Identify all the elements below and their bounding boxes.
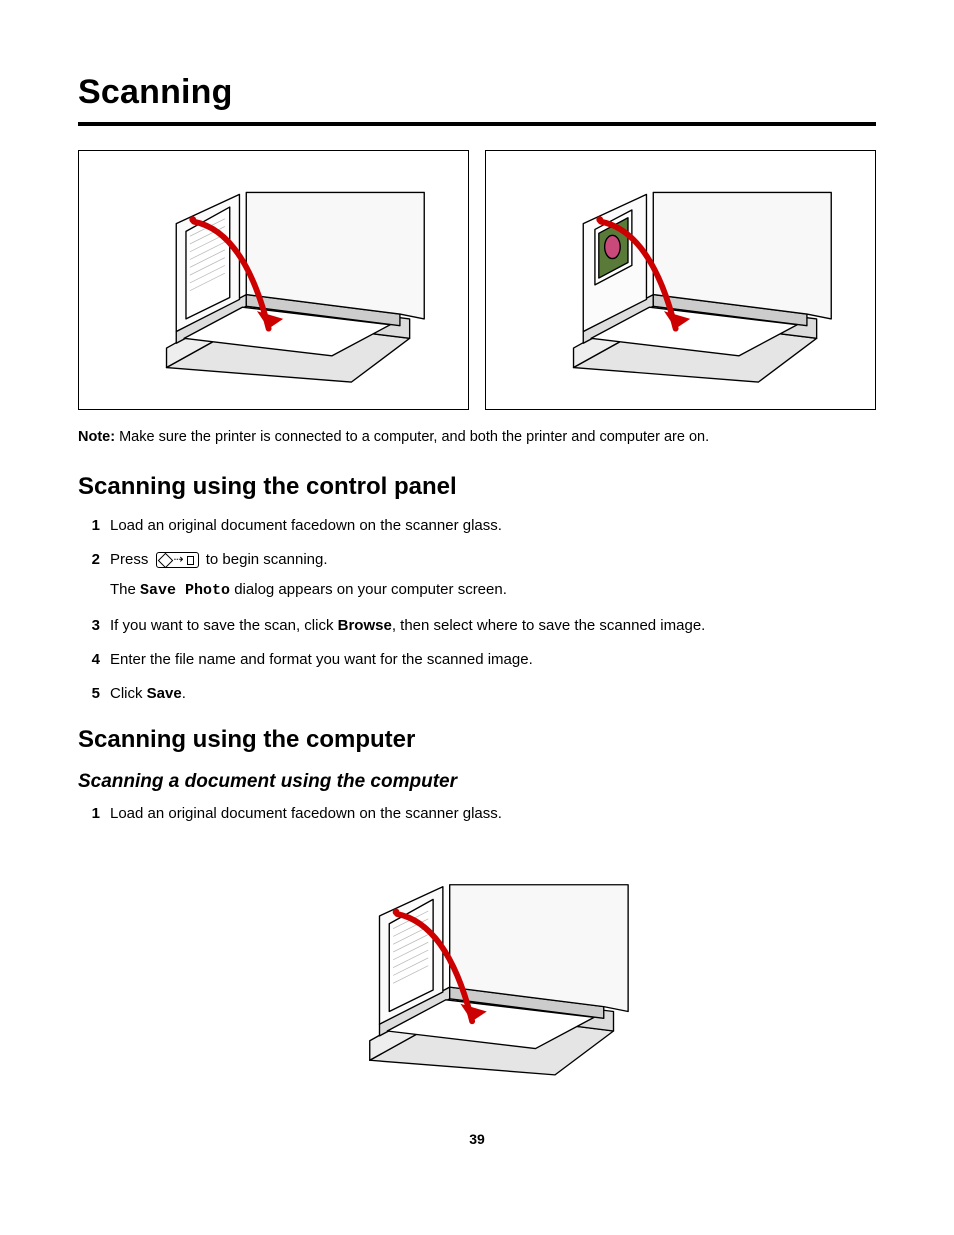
figure-scan-document <box>78 150 469 410</box>
text: , then select where to save the scanned … <box>392 617 706 634</box>
note: Note: Make sure the printer is connected… <box>78 428 876 448</box>
step-body: If you want to save the scan, click Brow… <box>110 616 876 636</box>
steps-control-panel: 1 Load an original document facedown on … <box>78 516 876 705</box>
step-number: 2 <box>78 550 100 570</box>
step-text: to begin scanning. <box>206 551 328 568</box>
mono-text: Save Photo <box>140 582 230 599</box>
page-icon <box>187 556 194 565</box>
diamond-icon <box>157 552 173 568</box>
step-number: 1 <box>78 804 100 824</box>
bold-text: Browse <box>338 617 392 634</box>
subheading-computer: Scanning a document using the computer <box>78 769 876 795</box>
text: The <box>110 581 136 598</box>
note-label: Note: <box>78 429 115 445</box>
list-item: 3 If you want to save the scan, click Br… <box>78 616 876 636</box>
list-item: 1 Load an original document facedown on … <box>78 516 876 536</box>
title-rule <box>78 122 876 126</box>
arrow-icon: ⇢ <box>174 553 184 565</box>
text: If you want to save the scan, click <box>110 617 333 634</box>
scanner-doc-illustration <box>282 845 672 1100</box>
step-text: Enter the file name and format you want … <box>110 650 876 670</box>
figure-scan-document-center <box>282 845 672 1100</box>
text: Click <box>110 685 143 702</box>
figure-scan-photo <box>485 150 876 410</box>
note-text: Make sure the printer is connected to a … <box>119 429 709 445</box>
step-body: Click Save. <box>110 684 876 704</box>
text: . <box>182 685 186 702</box>
bold-text: Save <box>147 685 182 702</box>
step-number: 3 <box>78 616 100 636</box>
step-number: 1 <box>78 516 100 536</box>
heading-control-panel: Scanning using the control panel <box>78 471 876 503</box>
heading-computer: Scanning using the computer <box>78 724 876 756</box>
manual-page: Scanning <box>0 0 954 1189</box>
step-number: 5 <box>78 684 100 704</box>
step-text: Press <box>110 551 148 568</box>
step-body: Press ⇢ to begin scanning. The Save Phot… <box>110 550 876 602</box>
step-subtext: The Save Photo dialog appears on your co… <box>110 580 876 601</box>
list-item: 5 Click Save. <box>78 684 876 704</box>
page-number: 39 <box>78 1130 876 1149</box>
scanner-photo-illustration <box>486 151 875 409</box>
step-text: Load an original document facedown on th… <box>110 804 876 824</box>
list-item: 4 Enter the file name and format you wan… <box>78 650 876 670</box>
figure-row <box>78 150 876 410</box>
page-title: Scanning <box>78 70 876 116</box>
steps-computer: 1 Load an original document facedown on … <box>78 804 876 824</box>
step-number: 4 <box>78 650 100 670</box>
text: dialog appears on your computer screen. <box>234 581 507 598</box>
scanner-doc-illustration <box>79 151 468 409</box>
step-text: Load an original document facedown on th… <box>110 516 876 536</box>
list-item: 1 Load an original document facedown on … <box>78 804 876 824</box>
list-item: 2 Press ⇢ to begin scanning. The Save Ph… <box>78 550 876 602</box>
scan-button-icon: ⇢ <box>156 552 199 568</box>
